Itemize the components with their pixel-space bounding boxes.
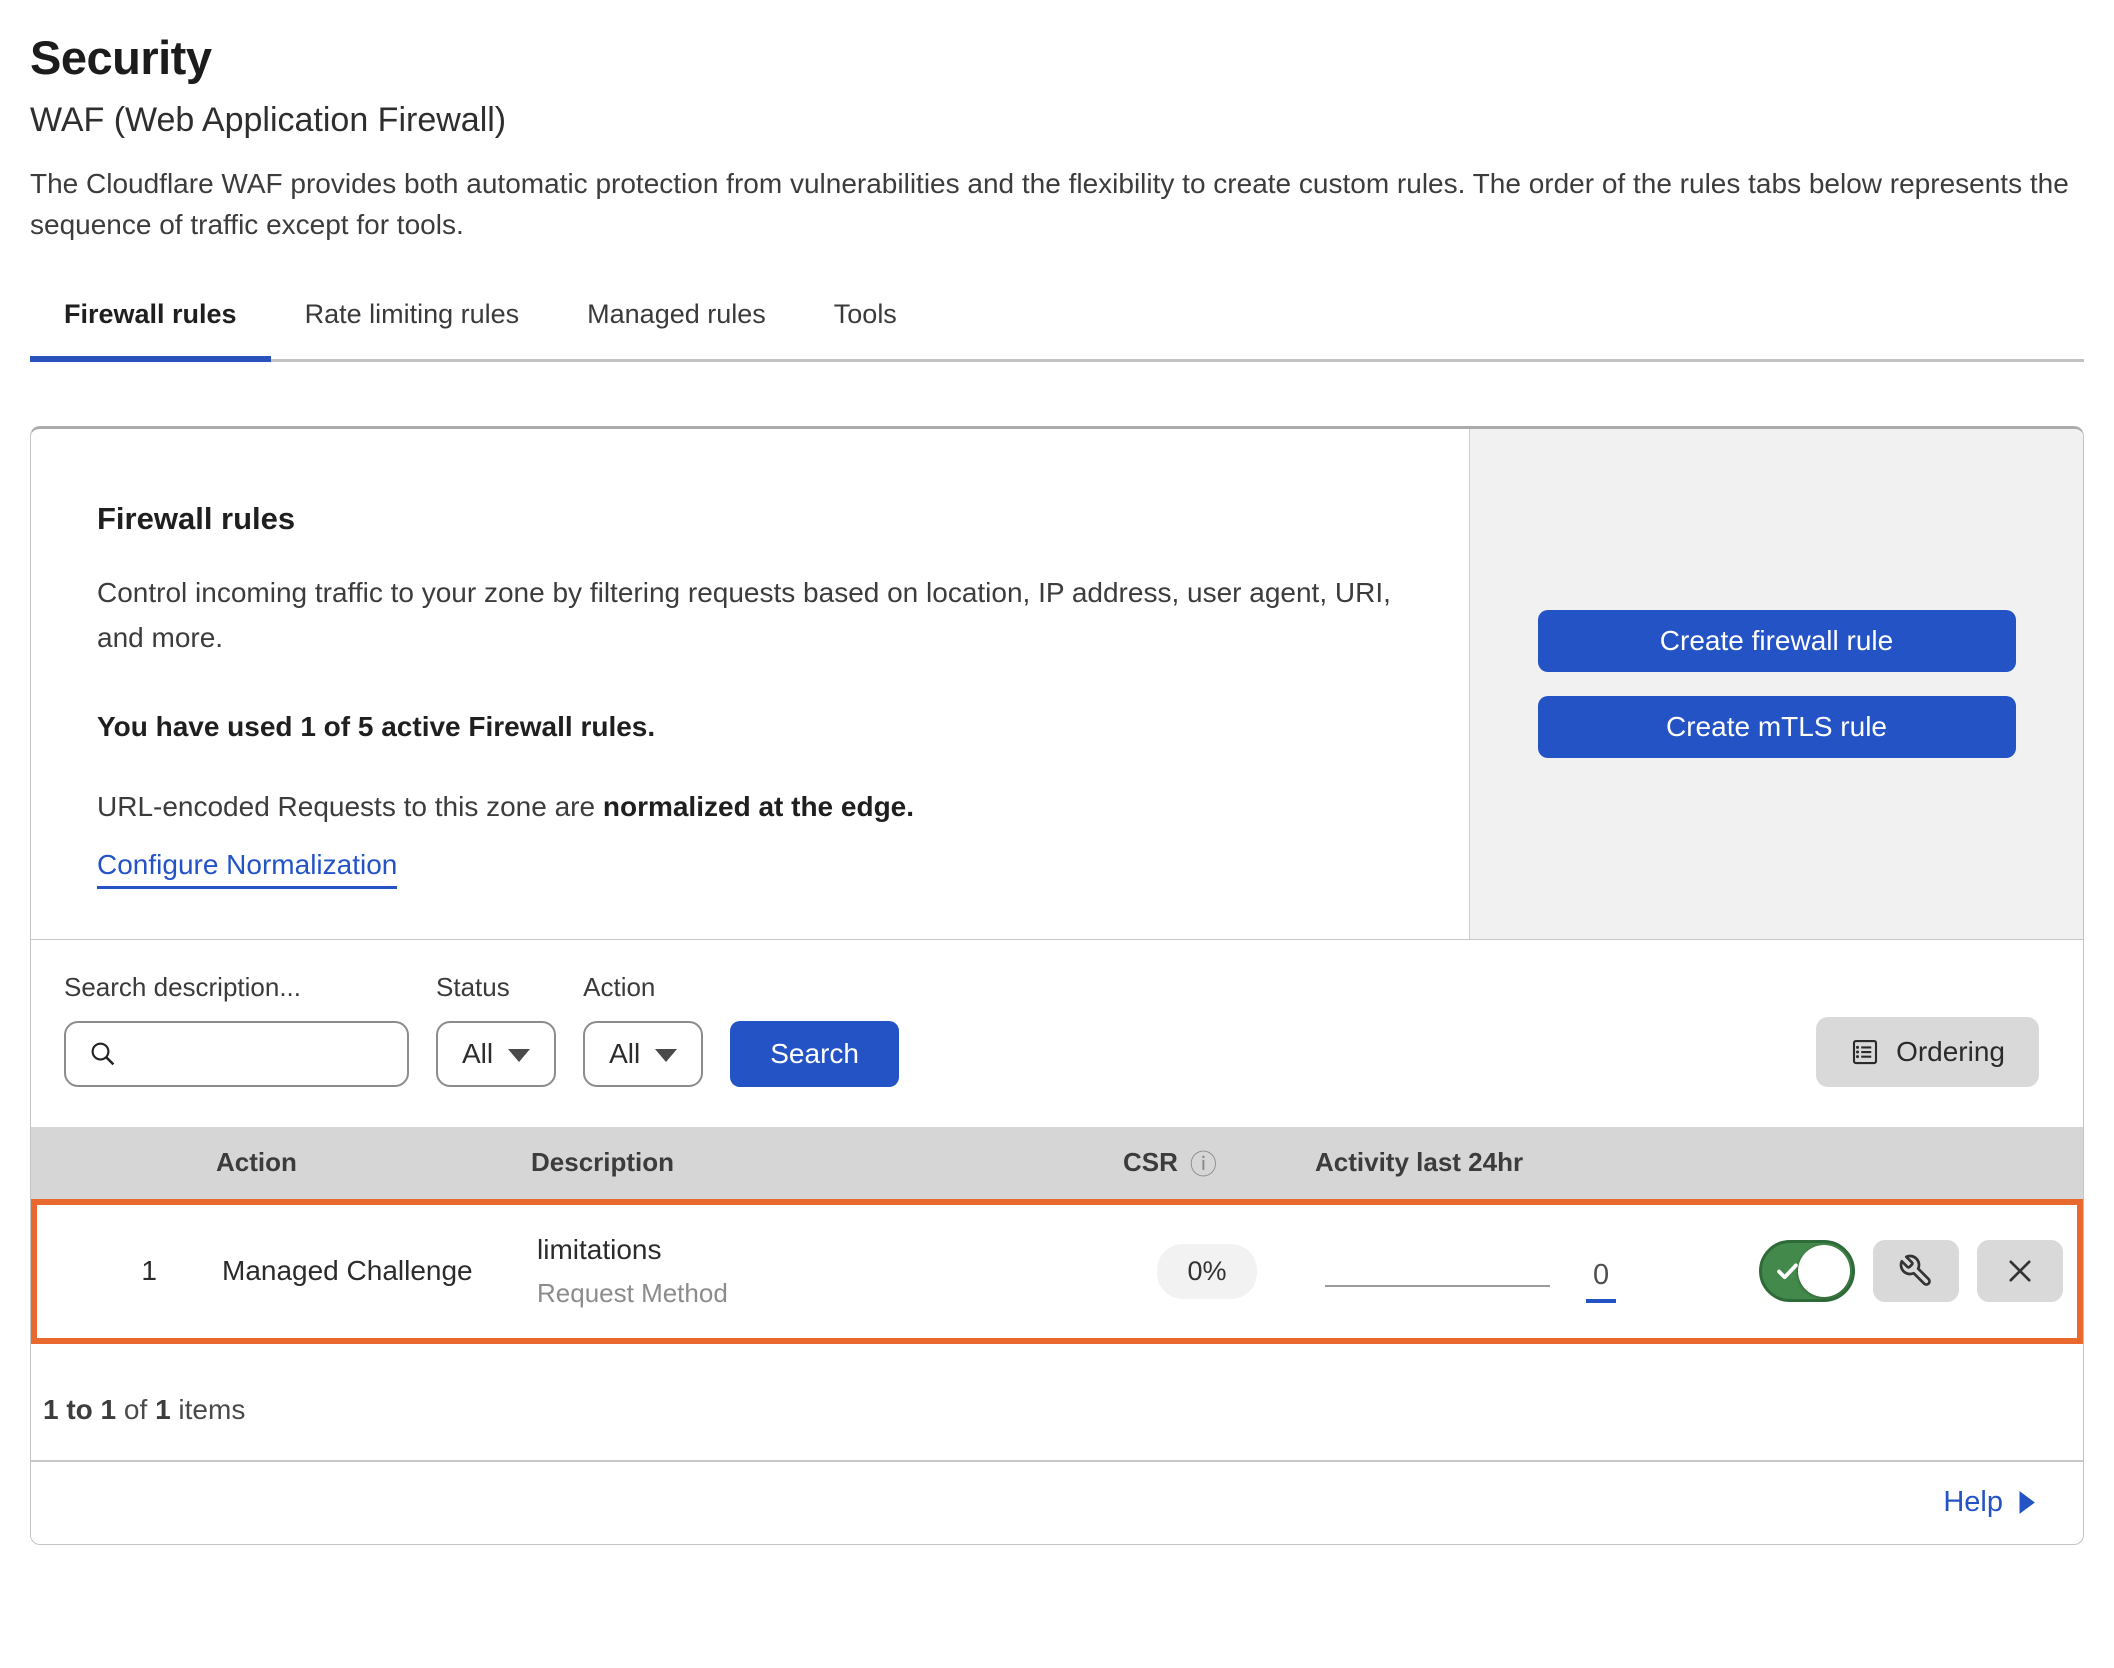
overview-text-section: Firewall rules Control incoming traffic … bbox=[31, 429, 1469, 939]
card-footer: Help bbox=[31, 1462, 2083, 1544]
action-select-value: All bbox=[609, 1038, 640, 1070]
usage-summary: You have used 1 of 5 active Firewall rul… bbox=[97, 711, 1429, 743]
page-subtitle: WAF (Web Application Firewall) bbox=[30, 101, 2084, 140]
search-input-box[interactable] bbox=[64, 1021, 409, 1087]
table-row[interactable]: 1 Managed Challenge limitations Request … bbox=[31, 1199, 2083, 1344]
items-range: 1 to 1 bbox=[43, 1394, 116, 1425]
header-activity: Activity last 24hr bbox=[1303, 1147, 1753, 1178]
search-input[interactable] bbox=[132, 1037, 391, 1070]
tab-firewall-rules[interactable]: Firewall rules bbox=[30, 285, 271, 362]
rule-controls bbox=[1747, 1240, 2077, 1302]
url-normalization-note: URL-encoded Requests to this zone are no… bbox=[97, 791, 1429, 823]
items-label: items bbox=[178, 1394, 245, 1425]
wrench-icon bbox=[1898, 1253, 1934, 1289]
info-icon[interactable]: ⓘ bbox=[1190, 1143, 1217, 1182]
status-label: Status bbox=[436, 972, 556, 1003]
tab-tools[interactable]: Tools bbox=[800, 285, 931, 362]
url-note-text: URL-encoded Requests to this zone are bbox=[97, 791, 603, 822]
header-description: Description bbox=[501, 1147, 1123, 1178]
create-firewall-rule-button[interactable]: Create firewall rule bbox=[1538, 610, 2016, 672]
action-filter-group: Action All bbox=[583, 972, 703, 1087]
table-header: Action Description CSR ⓘ Activity last 2… bbox=[31, 1127, 2083, 1199]
ordering-button[interactable]: Ordering bbox=[1816, 1017, 2039, 1087]
header-action: Action bbox=[171, 1147, 501, 1178]
rule-description: limitations bbox=[537, 1234, 1117, 1266]
ordering-button-label: Ordering bbox=[1896, 1036, 2005, 1068]
search-label: Search description... bbox=[64, 972, 409, 1003]
waf-tabs: Firewall rules Rate limiting rules Manag… bbox=[30, 285, 2084, 362]
items-of: of bbox=[124, 1394, 147, 1425]
rule-description-cell: limitations Request Method bbox=[507, 1234, 1117, 1309]
edit-rule-button[interactable] bbox=[1873, 1240, 1959, 1302]
tab-managed-rules[interactable]: Managed rules bbox=[553, 285, 800, 362]
help-arrow-icon bbox=[2017, 1489, 2037, 1516]
rule-enabled-toggle[interactable] bbox=[1759, 1240, 1855, 1302]
action-label: Action bbox=[583, 972, 703, 1003]
action-select[interactable]: All bbox=[583, 1021, 703, 1087]
activity-sparkline bbox=[1325, 1285, 1550, 1287]
csr-badge: 0% bbox=[1157, 1244, 1256, 1299]
security-waf-page: Security WAF (Web Application Firewall) … bbox=[0, 30, 2114, 1545]
search-icon bbox=[88, 1039, 118, 1069]
create-mtls-rule-button[interactable]: Create mTLS rule bbox=[1538, 696, 2016, 758]
status-filter-group: Status All bbox=[436, 972, 556, 1087]
pagination-summary: 1 to 1 of 1 items bbox=[31, 1344, 2083, 1462]
firewall-rules-overview: Firewall rules Control incoming traffic … bbox=[31, 429, 2083, 940]
header-csr-label: CSR bbox=[1123, 1147, 1178, 1178]
help-link-label: Help bbox=[1943, 1486, 2003, 1519]
search-filter-group: Search description... bbox=[64, 972, 409, 1087]
filter-toolbar: Search description... Status All bbox=[31, 940, 2083, 1127]
page-description: The Cloudflare WAF provides both automat… bbox=[30, 164, 2084, 245]
rule-priority-number: 1 bbox=[141, 1255, 177, 1287]
rule-description-sub: Request Method bbox=[537, 1278, 1117, 1309]
url-note-bold: normalized at the edge. bbox=[603, 791, 914, 822]
delete-rule-button[interactable] bbox=[1977, 1240, 2063, 1302]
check-icon bbox=[1774, 1258, 1801, 1285]
search-button[interactable]: Search bbox=[730, 1021, 899, 1087]
header-csr: CSR ⓘ bbox=[1123, 1143, 1303, 1182]
firewall-rules-card: Firewall rules Control incoming traffic … bbox=[30, 426, 2084, 1545]
overview-heading: Firewall rules bbox=[97, 501, 1429, 537]
toggle-knob bbox=[1798, 1245, 1850, 1297]
status-select[interactable]: All bbox=[436, 1021, 556, 1087]
items-total: 1 bbox=[155, 1394, 171, 1425]
caret-down-icon bbox=[655, 1049, 677, 1062]
actions-panel: Create firewall rule Create mTLS rule bbox=[1469, 429, 2083, 939]
caret-down-icon bbox=[508, 1049, 530, 1062]
status-select-value: All bbox=[462, 1038, 493, 1070]
configure-normalization-link[interactable]: Configure Normalization bbox=[97, 849, 397, 889]
close-icon bbox=[2003, 1254, 2037, 1288]
page-title: Security bbox=[30, 30, 2084, 85]
help-link[interactable]: Help bbox=[1943, 1486, 2037, 1519]
activity-cell: 0 bbox=[1297, 1239, 1747, 1303]
ordering-list-icon bbox=[1850, 1037, 1880, 1067]
rule-action: Managed Challenge bbox=[177, 1255, 507, 1287]
activity-count-link[interactable]: 0 bbox=[1586, 1259, 1616, 1303]
overview-description: Control incoming traffic to your zone by… bbox=[97, 571, 1429, 661]
tab-rate-limiting-rules[interactable]: Rate limiting rules bbox=[271, 285, 554, 362]
